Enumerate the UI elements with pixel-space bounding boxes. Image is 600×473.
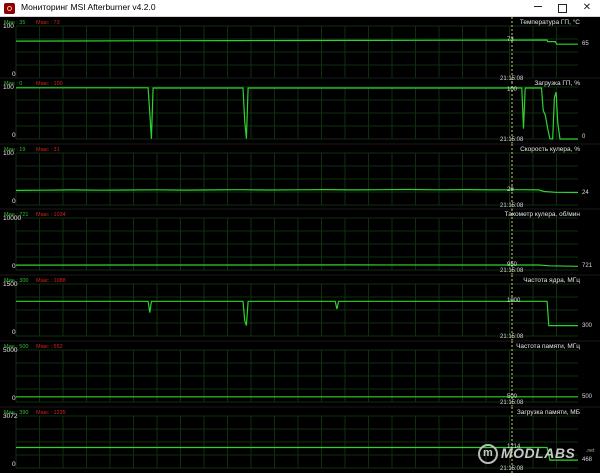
minimize-button[interactable] [526, 0, 550, 16]
scale-top: 3072 [3, 413, 18, 420]
cursor-value: 500 [507, 393, 518, 400]
graph-max-label: Макс : 73 [36, 20, 60, 26]
window-title: Мониторинг MSI Afterburner v4.2.0 [21, 2, 156, 12]
scale-bottom: 0 [12, 461, 16, 468]
current-value: 65 [582, 41, 589, 48]
watermark-text: MODLABS [501, 445, 576, 461]
scale-top: 10000 [3, 215, 22, 222]
graph-name: Загрузка памяти, МБ [516, 409, 580, 416]
graph-max-label: Макс : 1034 [36, 212, 66, 218]
graph-name: Тахометр кулера, об/мин [504, 211, 580, 218]
graph-name: Загрузка ГП, % [534, 80, 580, 87]
graph-max-label: Макс : 31 [36, 147, 60, 153]
graph-name: Частота памяти, МГц [516, 343, 580, 350]
close-button[interactable]: ✕ [575, 0, 599, 16]
modlabs-logo-icon [478, 444, 498, 464]
current-value: 500 [582, 393, 593, 400]
scale-bottom: 0 [12, 198, 16, 205]
cursor-value: 1000 [507, 298, 521, 305]
scale-bottom: 0 [12, 263, 16, 270]
graph-max-label: Макс : 1088 [36, 278, 66, 284]
cursor-value: 73 [507, 37, 514, 44]
minimize-icon [534, 6, 542, 7]
graph-max-label: Макс : 100 [36, 81, 63, 87]
title-bar[interactable]: Мониторинг MSI Afterburner v4.2.0 ✕ [0, 0, 600, 17]
graph-name: Температура ГП, °С [519, 19, 580, 26]
graph-name: Скорость кулера, % [520, 146, 580, 153]
graph-max-label: Макс : 552 [36, 344, 63, 350]
graph-trace [16, 300, 578, 327]
graph-trace [15, 39, 578, 45]
cursor-value: 29 [507, 186, 514, 193]
monitoring-graphs-area[interactable]: Мин : 35 Макс : 73 Температура ГП, °С 100 0 2… [0, 17, 600, 473]
scale-bottom: 0 [12, 132, 16, 139]
maximize-button[interactable] [550, 0, 574, 16]
scale-top: 100 [3, 84, 14, 91]
maximize-icon [557, 4, 567, 13]
afterburner-icon [4, 3, 15, 14]
scale-bottom: 0 [12, 329, 16, 336]
scale-top: 5000 [3, 347, 18, 354]
scale-top: 100 [3, 23, 14, 30]
current-value: 721 [582, 263, 593, 270]
timestamp: 21:15:08 [500, 203, 524, 209]
timestamp: 21:15:08 [500, 137, 524, 143]
cursor-value: 100 [507, 87, 518, 93]
graph-max-label: Макс : 1235 [36, 410, 66, 416]
cursor-value: 950 [507, 262, 518, 268]
current-value: 24 [582, 189, 589, 196]
scale-top: 100 [3, 150, 14, 157]
watermark-suffix: .net [586, 448, 595, 454]
watermark: MODLABS .net [478, 444, 598, 468]
current-value: 300 [582, 322, 593, 329]
close-icon: ✕ [582, 2, 592, 13]
graph-trace [15, 264, 579, 267]
afterburner-monitor-window: Мониторинг MSI Afterburner v4.2.0 ✕ Мин … [0, 0, 600, 473]
graph-name: Частота ядра, МГц [523, 277, 580, 284]
scale-top: 1500 [3, 281, 18, 288]
timestamp: 21:15:08 [500, 76, 524, 82]
scale-bottom: 0 [12, 71, 16, 78]
current-value: 0 [582, 134, 586, 140]
timestamp: 21:15:08 [500, 334, 524, 340]
scale-bottom: 0 [12, 395, 16, 402]
